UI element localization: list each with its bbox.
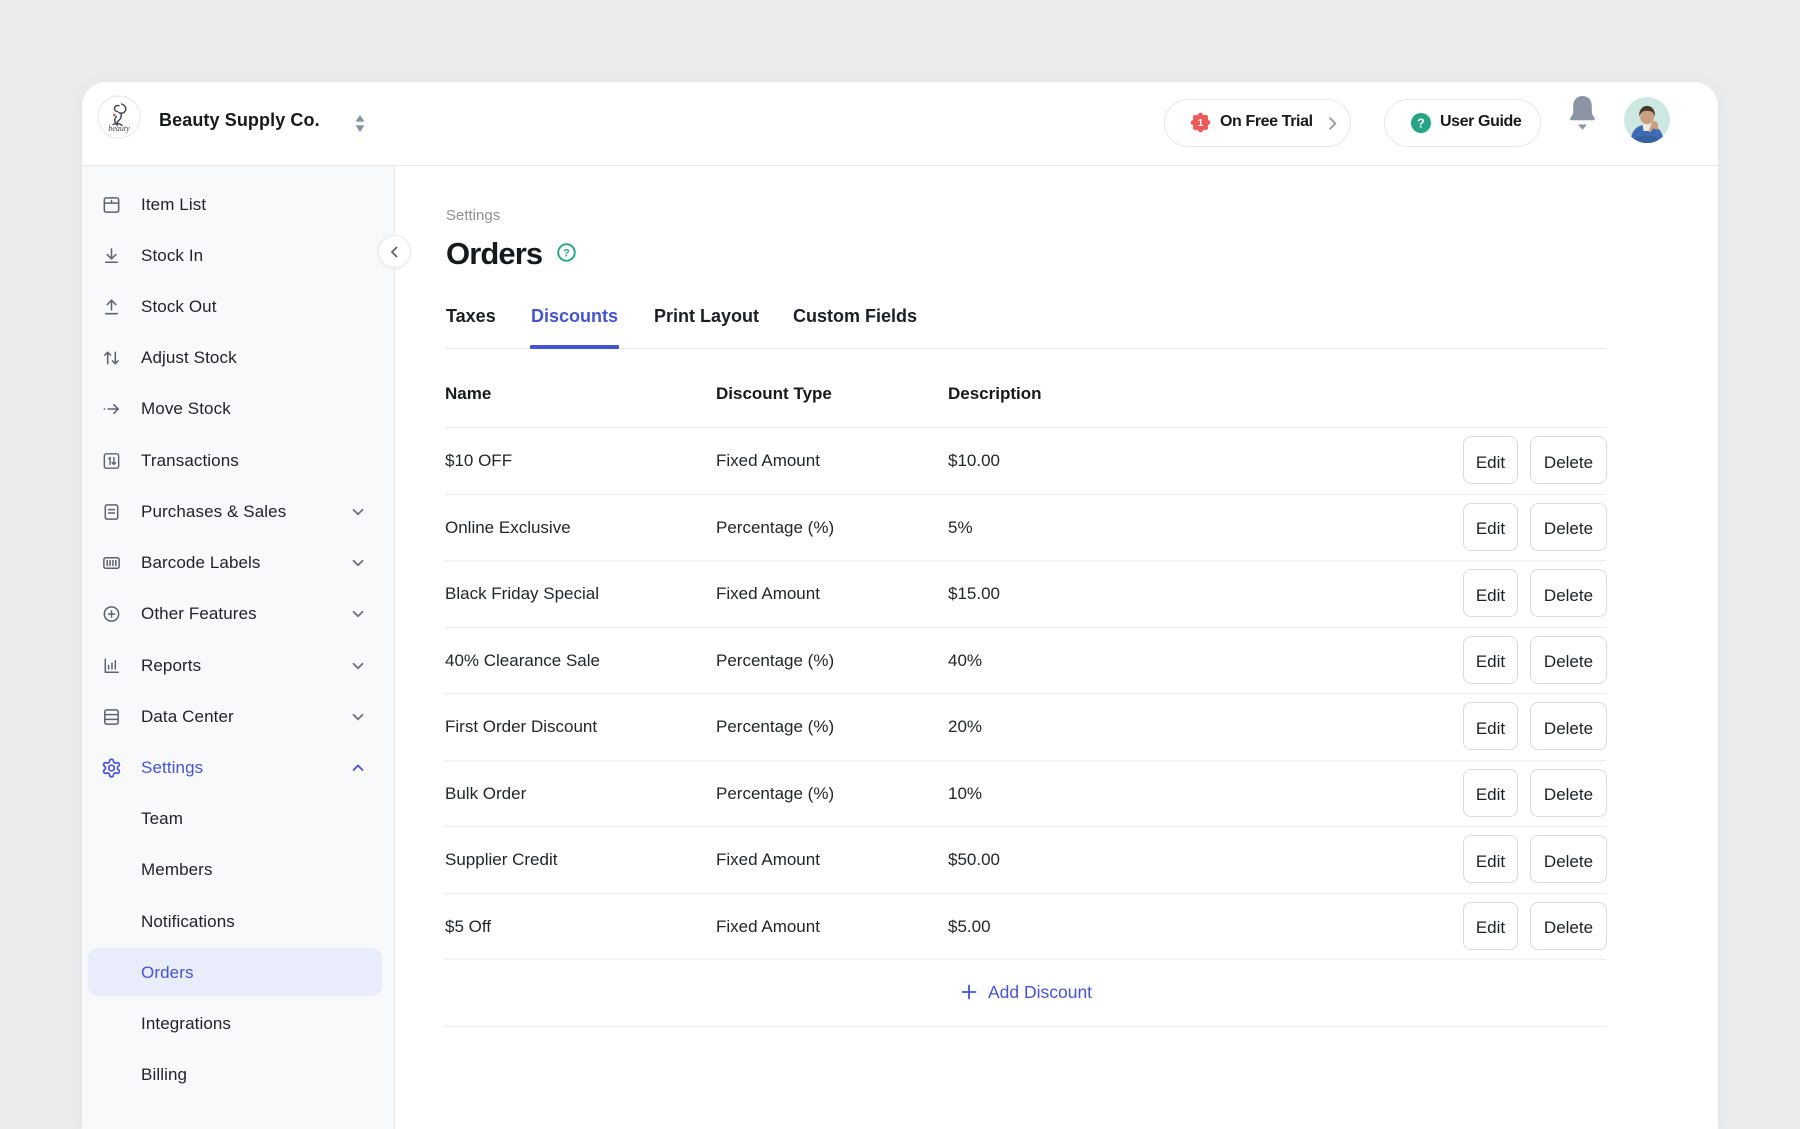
svg-text:?: ? xyxy=(1417,116,1425,130)
svg-text:beauty: beauty xyxy=(108,124,130,133)
svg-text:?: ? xyxy=(563,248,570,260)
svg-text:1: 1 xyxy=(1198,118,1204,129)
